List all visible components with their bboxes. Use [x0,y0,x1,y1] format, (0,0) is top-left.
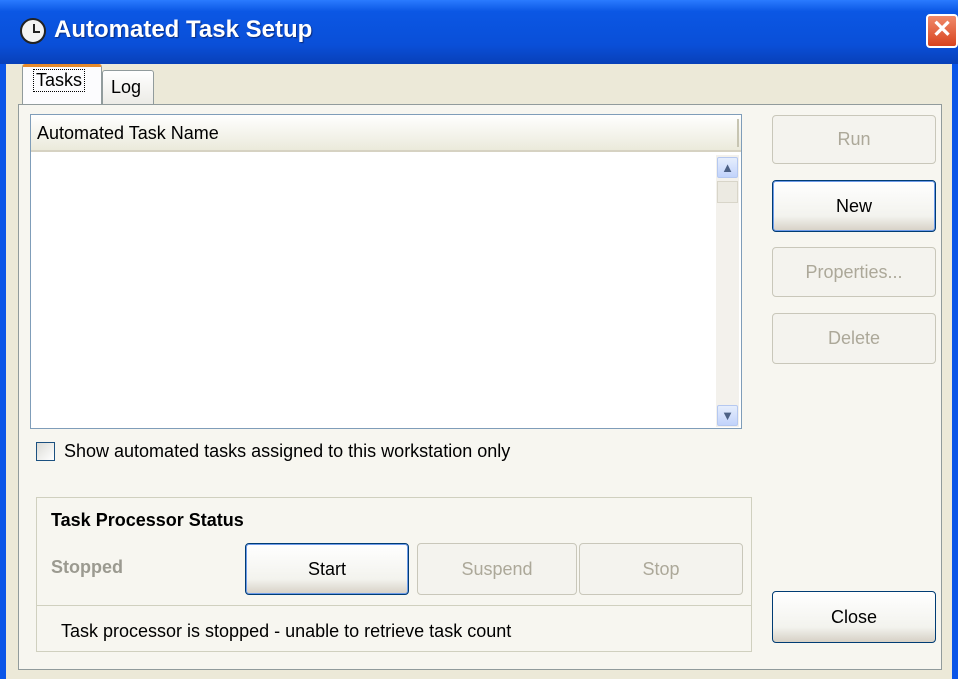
automated-task-list[interactable]: Automated Task Name ▲ ▼ [30,114,742,429]
chevron-down-icon: ▼ [721,408,734,423]
run-button[interactable]: Run [772,115,936,164]
close-window-button[interactable]: ✕ [926,14,958,48]
close-button[interactable]: Close [772,591,936,643]
window-title: Automated Task Setup [54,16,313,43]
delete-button-label: Delete [827,328,881,348]
processor-status-text: Stopped [51,557,123,577]
column-divider[interactable] [737,119,739,147]
stop-button[interactable]: Stop [579,543,743,595]
close-button-label: Close [830,607,878,627]
start-button-label: Start [307,559,346,579]
suspend-button-label: Suspend [461,559,533,579]
tab-tasks[interactable]: Tasks [22,64,102,104]
start-button[interactable]: Start [245,543,409,595]
processor-message: Task processor is stopped - unable to re… [61,621,512,641]
tab-log[interactable]: Log [102,70,154,104]
workstation-only-label[interactable]: Show automated tasks assigned to this wo… [64,441,510,462]
close-icon: ✕ [931,16,953,43]
scroll-down-button[interactable]: ▼ [717,405,738,426]
scrollbar-thumb[interactable] [717,181,738,203]
scroll-up-button[interactable]: ▲ [717,157,738,178]
dialog-window: Automated Task Setup ✕ Tasks Log Automat… [0,0,958,679]
column-header-label: Automated Task Name [37,123,219,143]
tab-tasks-label: Tasks [33,69,86,92]
column-header-task-name[interactable]: Automated Task Name [31,115,741,152]
properties-button[interactable]: Properties... [772,247,936,297]
group-title: Task Processor Status [51,510,244,530]
group-divider [37,605,751,606]
tab-log-label: Log [111,77,142,97]
new-button[interactable]: New [772,180,936,232]
run-button-label: Run [837,129,871,149]
dialog-client-area: Tasks Log Automated Task Name ▲ ▼ Show a… [6,64,952,679]
suspend-button[interactable]: Suspend [417,543,577,595]
workstation-only-checkbox[interactable] [36,442,55,461]
chevron-up-icon: ▲ [721,160,734,175]
vertical-scrollbar[interactable]: ▲ ▼ [716,155,739,427]
task-processor-status-group: Task Processor Status Stopped Start Susp… [36,497,752,652]
new-button-label: New [835,196,872,216]
clock-icon [20,18,46,44]
stop-button-label: Stop [642,559,680,579]
title-bar[interactable]: Automated Task Setup ✕ [0,0,958,64]
properties-button-label: Properties... [805,262,903,282]
delete-button[interactable]: Delete [772,313,936,364]
